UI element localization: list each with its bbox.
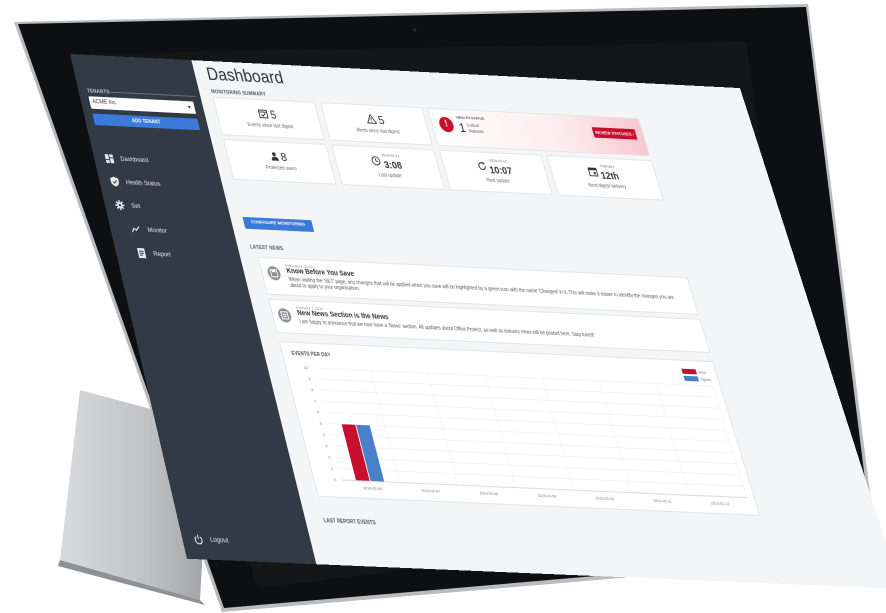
add-tenant-button[interactable]: ADD TENANT [92,113,200,130]
gridline [336,457,740,475]
refresh-icon [476,160,489,174]
events-card: 5 Events since last digest [213,97,325,140]
sidebar-item-label: Dashboard [120,155,150,163]
events-per-day-chart: EVENTS PER DAY Alerts Digests 0123456789… [279,341,761,516]
x-tick-label: 2019-02-10 [595,496,615,501]
tablet-scene: TENANTS ACME Inc ADD TENANT Dashboard He… [0,0,886,613]
last-update-card: 2019-02-12 3:08 Last update [331,144,445,190]
document-icon [136,248,147,258]
y-tick-label: 2 [328,455,331,460]
y-tick-label: 4 [322,433,325,438]
trend-line-icon [131,224,142,234]
review-statuses-label: REVIEW STATUSES [594,130,632,137]
y-tick-label: 8 [311,388,314,393]
logout-label: Logout [209,536,229,544]
protected-users-card: 8 Protected users [223,139,337,185]
health-status-card: ! HEALTH STATUS 1 Critical Statuses REVI… [427,108,650,157]
gridline [333,446,737,464]
x-tick-label: 2019-02-06 [363,486,383,491]
gridline [339,469,744,487]
tenant-select[interactable]: ACME Inc [88,96,196,114]
calendar-check-icon [257,108,269,122]
x-tick-label: 2019-02-08 [479,491,499,496]
tenant-select-value: ACME Inc [92,99,117,106]
page-title: Dashboard [204,65,285,89]
chevron-right-icon: › [632,132,635,137]
alerts-card: 5 Alerts since last digest [320,102,433,145]
y-tick-label: 6 [316,410,319,415]
news-body: I am happy to announce that we now have … [299,319,700,344]
next-digest-day: 12th [600,171,621,182]
warning-triangle-icon [364,113,377,127]
dashboard-icon [103,153,114,163]
power-icon [192,533,204,544]
y-tick-label: 0 [334,478,337,483]
next-digest-card: February 12th Next digest delivery [546,155,664,201]
next-update-card: 2019-02-12 10:07 Next update [439,150,553,196]
critical-alert-icon: ! [437,117,455,133]
logout-button[interactable]: Logout [192,533,230,545]
gridline [713,386,747,498]
last-update-time: 3:08 [383,160,403,171]
save-icon [266,266,282,281]
chevron-down-icon [187,106,191,109]
last-update-date: 2019-02-12 [381,152,400,158]
gridline [316,379,716,397]
gridline [324,412,726,430]
y-tick-label: 5 [319,421,322,426]
chart-plot: 0 1 2 3 4 5 6 7 8 9 10 2019-02-06 2019-02-07 2019-02-… [280,342,762,517]
clock-icon [370,154,382,168]
next-digest-month: February [597,163,616,169]
sidebar-item-label: Report [152,250,171,258]
x-tick-label: 2019-02-09 [537,493,557,498]
x-tick-label: 2019-02-07 [421,488,441,493]
alerts-count: 5 [377,114,386,128]
next-update-date: 2019-02-12 [486,158,510,164]
events-count: 5 [269,108,278,122]
review-statuses-button[interactable]: REVIEW STATUSES › [591,127,637,140]
x-tick-label: 2019-02-12 [710,501,730,506]
y-tick-label: 3 [325,444,328,449]
gridline [321,401,722,419]
gridline [313,368,713,386]
gear-icon [114,200,125,210]
tenants-label: TENANTS [87,89,111,96]
shield-icon [109,177,120,187]
user-icon [269,150,280,164]
configure-monitoring-button[interactable]: CONFIGURE MONITORING [242,217,314,232]
protected-users-count: 8 [279,150,288,164]
gridline [319,390,720,408]
y-tick-label: 10 [303,366,308,371]
y-tick-label: 7 [314,399,317,404]
sidebar-item-label: Monitor [147,226,168,234]
y-tick-label: 9 [308,377,311,382]
sidebar-item-label: Set [131,202,141,209]
next-update-time: 10:07 [488,165,513,177]
gridline [330,435,733,453]
x-tick-label: 2019-02-11 [653,498,672,503]
last-report-events-label: LAST REPORT EVENTS [323,518,377,527]
y-tick-label: 1 [331,466,334,471]
health-caption-line2: Statuses [468,128,484,134]
newspaper-icon [277,308,293,323]
latest-news-label: LATEST NEWS [249,245,284,253]
gridline [327,424,730,442]
sidebar-item-report[interactable]: Report [113,240,243,270]
sidebar-item-label: Health Status [125,179,161,188]
health-caption: Critical Statuses [466,123,484,134]
